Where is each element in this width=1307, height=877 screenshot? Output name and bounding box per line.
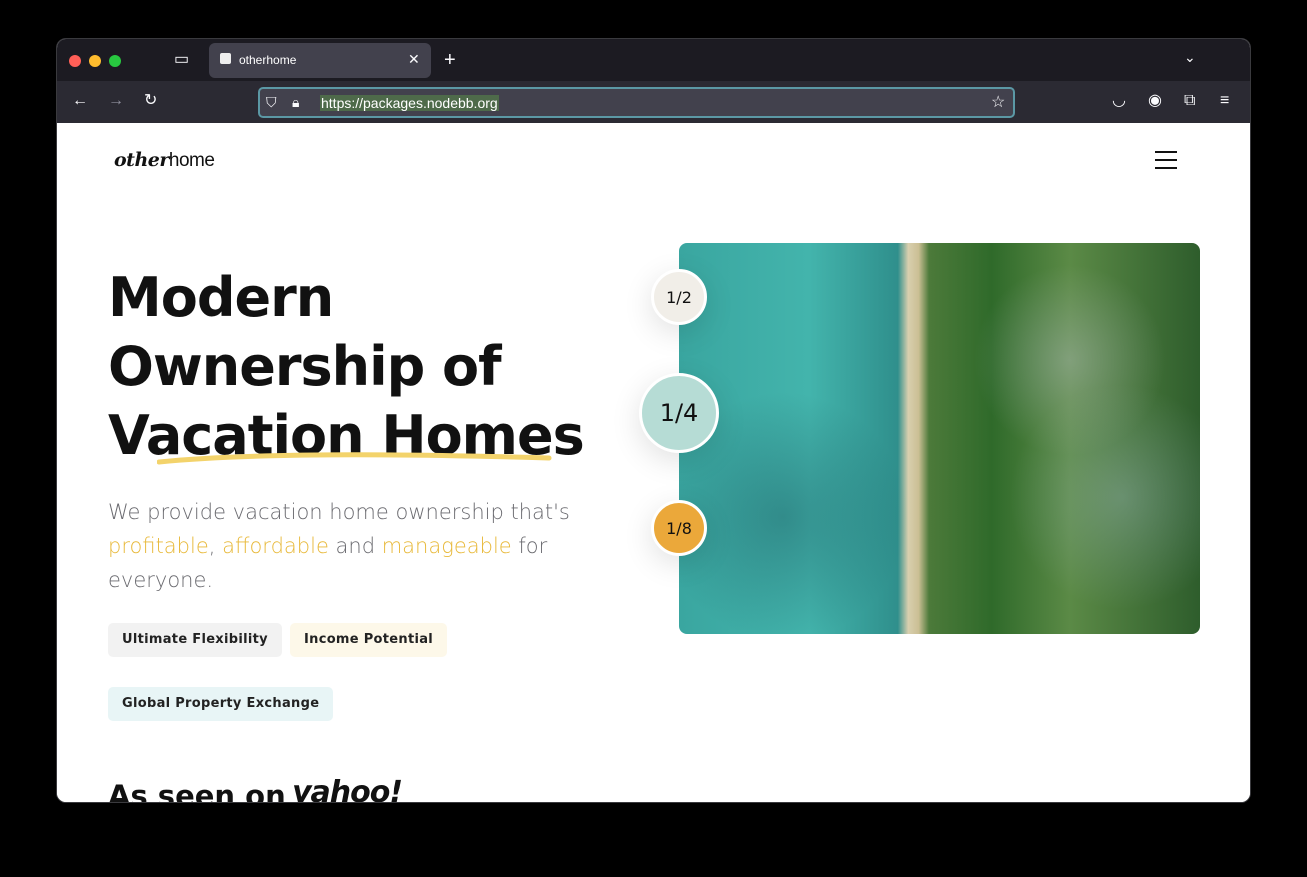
nav-toolbar: ← → ↻ ⛉ 🔒︎ https://packages.nodebb.org ☆… bbox=[57, 81, 1250, 123]
hamburger-menu-icon[interactable] bbox=[1155, 151, 1177, 169]
maximize-window-button[interactable] bbox=[109, 55, 121, 67]
tab-bar: ▭ otherhome ✕ + ⌄ bbox=[57, 39, 1250, 81]
hero-title: Modern Ownership of Vacation Homes bbox=[108, 263, 628, 470]
back-icon[interactable]: ← bbox=[72, 93, 88, 109]
pocket-icon[interactable]: ◡ bbox=[1112, 93, 1126, 109]
close-tab-icon[interactable]: ✕ bbox=[408, 52, 420, 66]
address-bar[interactable]: ⛉ 🔒︎ https://packages.nodebb.org ☆ bbox=[258, 87, 1015, 118]
title-line: Ownership of bbox=[108, 335, 502, 398]
favicon-icon bbox=[220, 53, 231, 64]
forward-icon[interactable]: → bbox=[108, 93, 124, 109]
shield-icon[interactable]: ⛉ bbox=[266, 95, 277, 109]
aerial-beach-photo bbox=[679, 243, 1200, 634]
hero-lead: We provide vacation home ownership that'… bbox=[108, 500, 570, 592]
fraction-quarter-badge: 1/4 bbox=[639, 373, 719, 453]
title-underline bbox=[157, 452, 552, 465]
chip-income-potential: Income Potential bbox=[290, 623, 448, 657]
fraction-half-badge: 1/2 bbox=[651, 269, 707, 325]
lock-warning-icon[interactable]: 🔒︎ bbox=[292, 95, 299, 109]
logo-rest: home bbox=[168, 150, 215, 171]
menu-icon[interactable]: ≡ bbox=[1220, 93, 1229, 109]
logo[interactable]: otherhome bbox=[114, 149, 215, 172]
chip-global-property-exchange: Global Property Exchange bbox=[108, 687, 334, 721]
account-icon[interactable]: ◉ bbox=[1148, 93, 1162, 109]
tab-otherhome[interactable]: otherhome ✕ bbox=[209, 43, 431, 78]
url-text[interactable]: https://packages.nodebb.org bbox=[320, 95, 499, 111]
close-window-button[interactable] bbox=[69, 55, 81, 67]
page-content: otherhome Modern Ownership of Vacation H… bbox=[57, 123, 1250, 803]
logo-bold: other bbox=[114, 149, 169, 171]
as-seen-on-label: As seen on bbox=[108, 779, 286, 803]
extensions-icon[interactable]: ⧉ bbox=[1184, 93, 1195, 109]
new-tab-icon[interactable]: + bbox=[444, 50, 456, 70]
tab-manager-icon[interactable]: ▭ bbox=[174, 52, 189, 68]
reload-icon[interactable]: ↻ bbox=[144, 93, 157, 109]
tab-title: otherhome bbox=[239, 53, 297, 67]
list-tabs-chevron-down-icon[interactable]: ⌄ bbox=[1184, 50, 1196, 64]
yahoo-logo: yahoo! bbox=[292, 775, 403, 803]
chip-ultimate-flexibility: Ultimate Flexibility bbox=[108, 623, 282, 657]
minimize-window-button[interactable] bbox=[89, 55, 101, 67]
bookmark-star-icon[interactable]: ☆ bbox=[991, 95, 1005, 111]
browser-window: ▭ otherhome ✕ + ⌄ ← → ↻ ⛉ 🔒︎ https://pac… bbox=[56, 38, 1251, 803]
fraction-eighth-badge: 1/8 bbox=[651, 500, 707, 556]
title-line: Modern bbox=[108, 266, 334, 329]
